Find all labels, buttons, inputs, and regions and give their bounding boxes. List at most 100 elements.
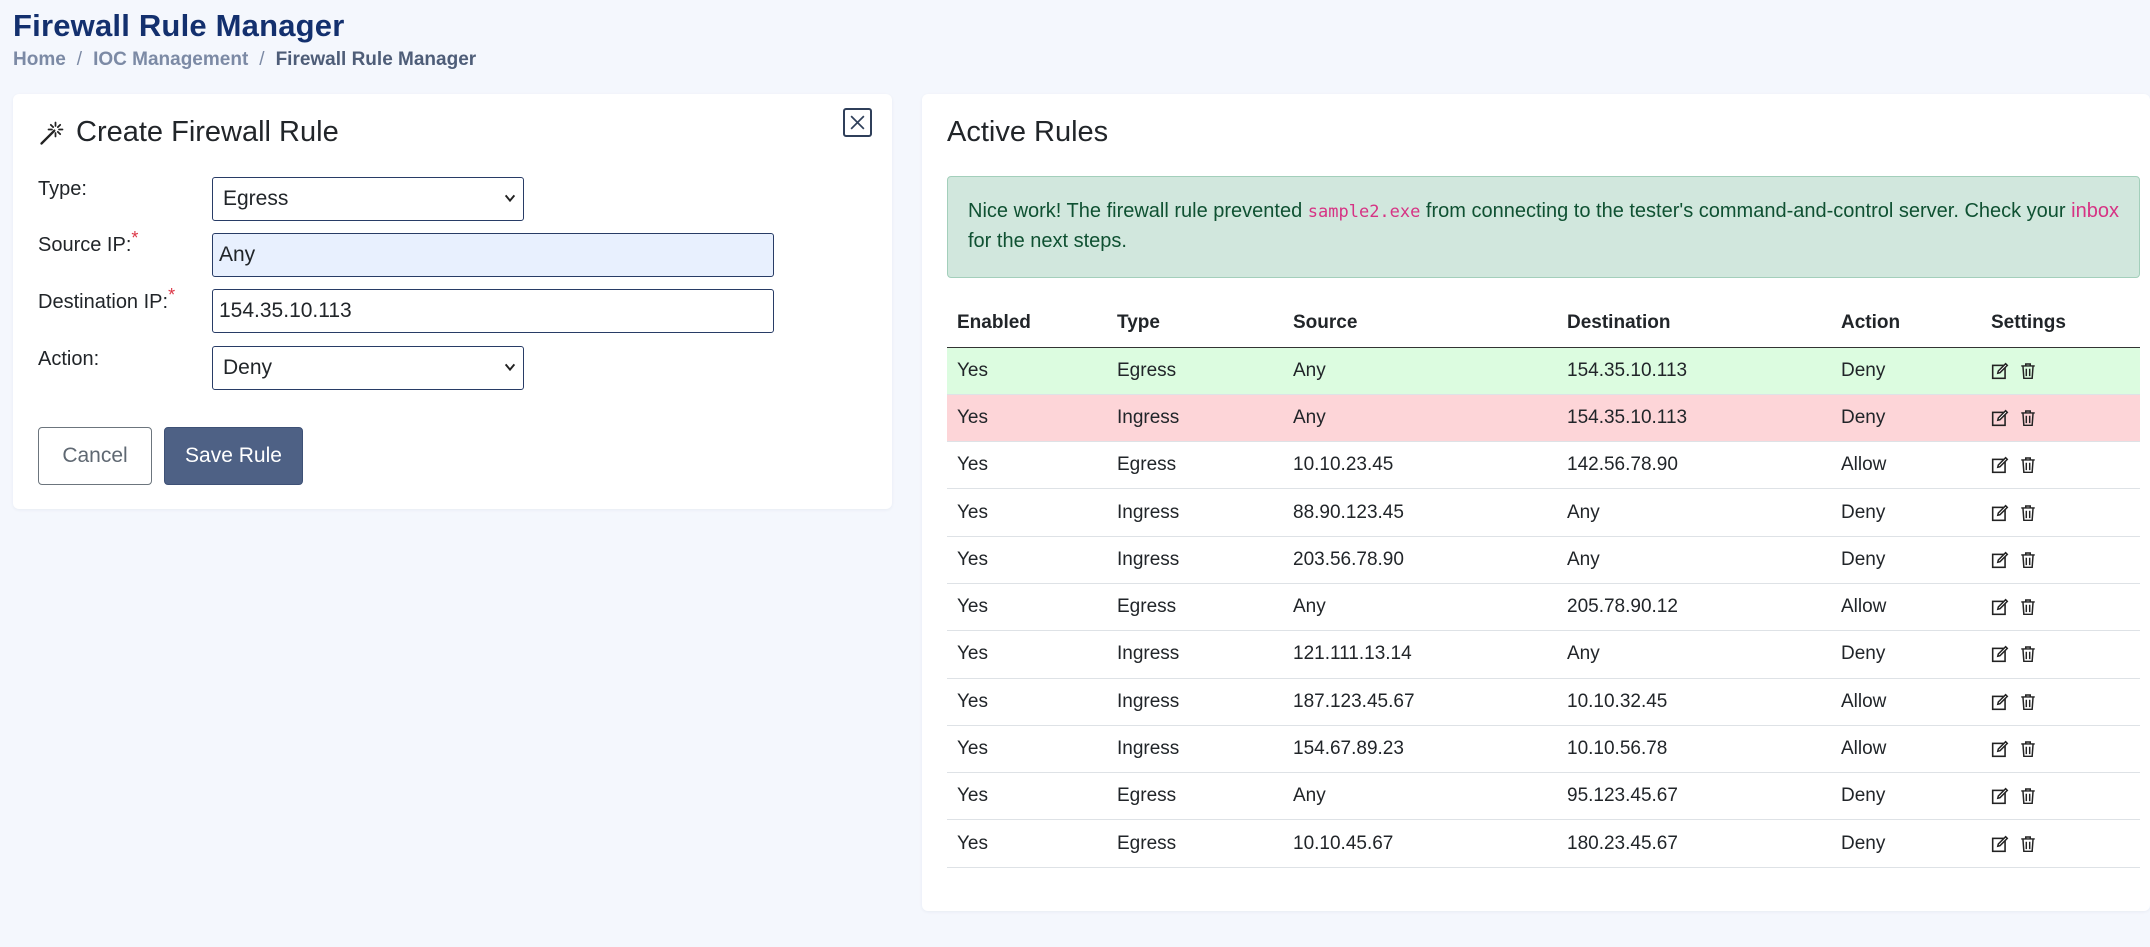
cell-destination: Any [1557, 536, 1831, 584]
trash-icon[interactable] [2019, 409, 2037, 427]
destination-ip-label: Destination IP:* [38, 285, 175, 314]
cell-source: Any [1283, 772, 1557, 821]
magic-wand-icon [40, 121, 64, 145]
cell-settings [1981, 441, 2140, 490]
row-actions [1991, 645, 2140, 663]
cell-destination: 154.35.10.113 [1557, 394, 1831, 443]
cell-source: 121.111.13.14 [1283, 630, 1557, 679]
cell-action: Deny [1831, 394, 1981, 443]
row-actions [1991, 409, 2140, 427]
cell-enabled: Yes [947, 819, 1107, 868]
cell-action: Deny [1831, 630, 1981, 679]
edit-icon[interactable] [1991, 362, 2009, 380]
cell-type: Egress [1107, 347, 1283, 395]
edit-icon[interactable] [1991, 409, 2009, 427]
trash-icon[interactable] [2019, 740, 2037, 758]
edit-icon[interactable] [1991, 456, 2009, 474]
cell-settings [1981, 678, 2140, 726]
edit-icon[interactable] [1991, 598, 2009, 616]
edit-icon[interactable] [1991, 740, 2009, 758]
cell-action: Deny [1831, 488, 1981, 537]
alert-text: from connecting to the tester's command-… [1420, 200, 2072, 222]
row-actions [1991, 456, 2140, 474]
cell-enabled: Yes [947, 630, 1107, 679]
cell-source: 187.123.45.67 [1283, 678, 1557, 726]
cell-type: Ingress [1107, 725, 1283, 774]
trash-icon[interactable] [2019, 645, 2037, 663]
row-actions [1991, 551, 2140, 569]
active-rules-card: Active Rules Nice work! The firewall rul… [922, 94, 2150, 911]
cell-action: Deny [1831, 772, 1981, 821]
table-row: Yes Egress 10.10.45.67 180.23.45.67 Deny [947, 819, 2140, 868]
column-header-enabled: Enabled [947, 299, 1107, 348]
required-indicator: * [168, 285, 176, 305]
cell-type: Egress [1107, 819, 1283, 868]
table-row: Yes Egress Any 95.123.45.67 Deny [947, 772, 2140, 821]
breadcrumb-home[interactable]: Home [13, 49, 66, 71]
cell-settings [1981, 347, 2140, 395]
breadcrumb-separator: / [259, 49, 265, 70]
edit-icon[interactable] [1991, 787, 2009, 805]
table-row: Yes Ingress Any 154.35.10.113 Deny [947, 394, 2140, 443]
cell-type: Ingress [1107, 394, 1283, 443]
type-label: Type: [38, 178, 87, 200]
cell-source: Any [1283, 583, 1557, 632]
source-ip-input[interactable]: Any [212, 233, 774, 277]
table-row: Yes Ingress 203.56.78.90 Any Deny [947, 536, 2140, 584]
trash-icon[interactable] [2019, 598, 2037, 616]
edit-icon[interactable] [1991, 693, 2009, 711]
destination-ip-label-text: Destination IP: [38, 291, 169, 313]
action-label: Action: [38, 348, 100, 370]
cell-enabled: Yes [947, 347, 1107, 395]
column-header-settings: Settings [1981, 299, 2140, 348]
trash-icon[interactable] [2019, 456, 2037, 474]
edit-icon[interactable] [1991, 645, 2009, 663]
row-actions [1991, 598, 2140, 616]
breadcrumb-separator: / [76, 49, 83, 70]
cell-action: Allow [1831, 583, 1981, 632]
trash-icon[interactable] [2019, 504, 2037, 522]
cell-source: 88.90.123.45 [1283, 488, 1557, 537]
type-select[interactable]: Egress [212, 177, 524, 221]
cell-enabled: Yes [947, 488, 1107, 537]
trash-icon[interactable] [2019, 693, 2037, 711]
action-select[interactable]: Deny [212, 346, 524, 390]
row-actions [1991, 835, 2140, 853]
breadcrumb-current: Firewall Rule Manager [275, 49, 477, 70]
save-rule-button[interactable]: Save Rule [164, 427, 303, 485]
cell-source: 154.67.89.23 [1283, 725, 1557, 774]
trash-icon[interactable] [2019, 362, 2037, 380]
edit-icon[interactable] [1991, 504, 2009, 522]
trash-icon[interactable] [2019, 551, 2037, 569]
column-header-action: Action [1831, 299, 1981, 348]
inbox-link[interactable]: inbox [2071, 200, 2119, 222]
close-icon [850, 115, 865, 130]
create-rule-title-text: Create Firewall Rule [76, 116, 339, 148]
cell-action: Allow [1831, 441, 1981, 490]
destination-ip-input[interactable]: 154.35.10.113 [212, 289, 774, 333]
trash-icon[interactable] [2019, 787, 2037, 805]
source-ip-value: Any [219, 243, 256, 266]
cancel-button[interactable]: Cancel [38, 427, 152, 485]
cell-action: Allow [1831, 678, 1981, 726]
cell-destination: 142.56.78.90 [1557, 441, 1831, 490]
close-button[interactable] [843, 108, 872, 137]
table-row: Yes Ingress 121.111.13.14 Any Deny [947, 630, 2140, 679]
create-rule-card: Create Firewall Rule Type: Egress Source… [13, 94, 892, 509]
breadcrumb: Home / IOC Management / Firewall Rule Ma… [13, 49, 476, 71]
column-header-destination: Destination [1557, 299, 1831, 348]
cell-source: 10.10.23.45 [1283, 441, 1557, 490]
row-actions [1991, 504, 2140, 522]
edit-icon[interactable] [1991, 835, 2009, 853]
breadcrumb-ioc-management[interactable]: IOC Management [93, 49, 248, 71]
cell-destination: 180.23.45.67 [1557, 819, 1831, 868]
alert-text: for the next steps. [968, 230, 1127, 252]
table-row: Yes Egress Any 154.35.10.113 Deny [947, 347, 2140, 395]
edit-icon[interactable] [1991, 551, 2009, 569]
cell-settings [1981, 536, 2140, 584]
cell-destination: 95.123.45.67 [1557, 772, 1831, 821]
cell-type: Egress [1107, 583, 1283, 632]
trash-icon[interactable] [2019, 835, 2037, 853]
row-actions [1991, 362, 2140, 380]
cell-type: Ingress [1107, 488, 1283, 537]
